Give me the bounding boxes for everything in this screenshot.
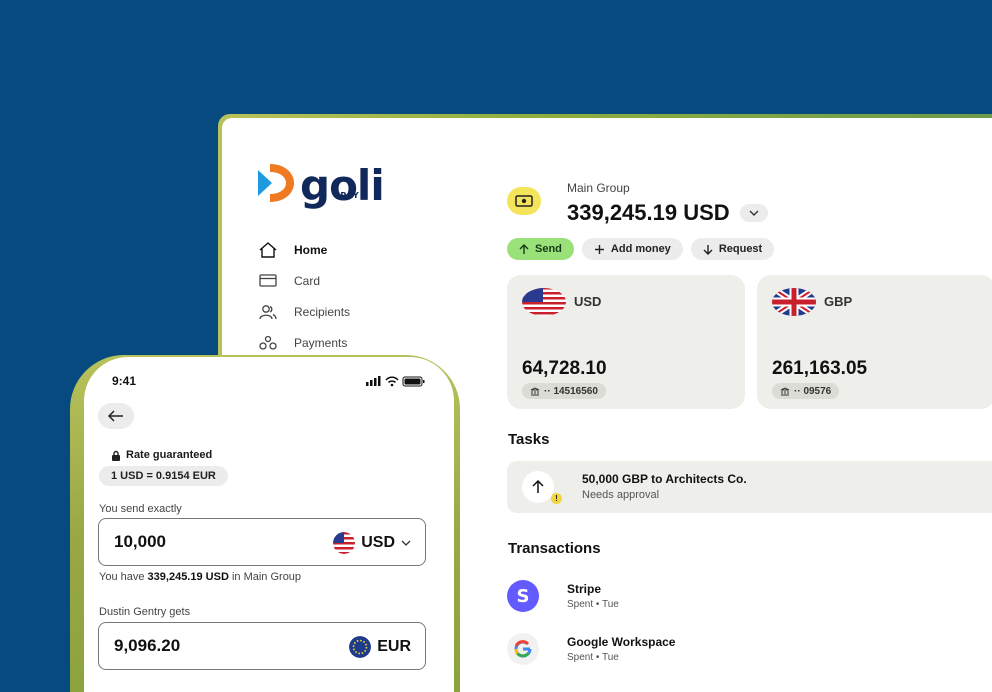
- plus-icon: [594, 244, 604, 254]
- send-amount-input[interactable]: [114, 532, 264, 552]
- brand-sub: PAY: [340, 191, 360, 200]
- arrow-up-icon: [519, 243, 529, 254]
- transaction-sub: Spent • Tue: [567, 599, 619, 610]
- add-money-button[interactable]: Add money: [581, 238, 683, 260]
- home-icon: [258, 240, 278, 260]
- recipient-gets-label: Dustin Gentry gets: [99, 606, 191, 618]
- account-number-badge: ·· 09576: [772, 383, 840, 399]
- back-button[interactable]: [98, 403, 134, 429]
- send-currency-select[interactable]: USD: [333, 532, 411, 554]
- bank-icon: [530, 386, 540, 395]
- goli-logo-icon: [258, 164, 294, 202]
- receive-amount-field[interactable]: EUR: [98, 622, 426, 670]
- have-amount: 339,245.19 USD: [147, 571, 229, 583]
- lock-icon: [112, 450, 120, 461]
- send-amount-field[interactable]: USD: [98, 518, 426, 566]
- sidebar-item-recipients[interactable]: Recipients: [258, 296, 350, 327]
- account-number: ·· 09576: [794, 385, 832, 397]
- sidebar-item-card[interactable]: Card: [258, 265, 350, 296]
- balance-actions: Send Add money Request: [507, 238, 775, 260]
- phone-screen: 9:41 Rate guaranteed 1 USD = 0.9154 EUR …: [84, 357, 454, 692]
- balance-group-label: Main Group: [567, 181, 630, 195]
- brand-logo[interactable]: goli PAY: [256, 160, 385, 207]
- transaction-row[interactable]: S Stripe Spent • Tue: [507, 580, 907, 614]
- bank-icon: [780, 386, 790, 395]
- balance-amount: 339,245.19 USD: [567, 200, 730, 225]
- transaction-name: Google Workspace: [567, 635, 676, 649]
- account-number: ·· 14516560: [544, 385, 598, 397]
- cash-icon: [507, 187, 541, 215]
- account-amount: 261,163.05: [772, 358, 868, 379]
- available-balance-note: You have 339,245.19 USD in Main Group: [99, 571, 301, 583]
- payments-icon: [258, 333, 278, 353]
- total-balance: 339,245.19 USD: [567, 200, 768, 226]
- us-flag-icon: [333, 532, 356, 554]
- stripe-logo-icon: S: [507, 580, 539, 612]
- sidebar-item-label: Recipients: [294, 304, 351, 319]
- sidebar-item-label: Home: [294, 242, 328, 257]
- transactions-heading: Transactions: [508, 540, 601, 557]
- sidebar-item-home[interactable]: Home: [258, 234, 350, 265]
- rate-guaranteed: Rate guaranteed: [111, 449, 212, 461]
- sidebar-item-label: Payments: [294, 335, 348, 350]
- send-label: You send exactly: [99, 503, 182, 515]
- card-icon: [258, 271, 278, 291]
- sidebar-nav: Home Card Recipients Payments: [258, 234, 350, 358]
- have-suffix: in Main Group: [231, 571, 302, 583]
- send-button-label: Send: [535, 243, 562, 255]
- transaction-row[interactable]: Google Workspace Spent • Tue: [507, 633, 907, 667]
- account-card-usd[interactable]: USD 64,728.10 ·· 14516560: [507, 275, 745, 409]
- task-title: 50,000 GBP to Architects Co.: [582, 472, 747, 486]
- transaction-name: Stripe: [567, 582, 602, 596]
- add-money-button-label: Add money: [610, 243, 671, 255]
- chevron-down-icon[interactable]: [739, 204, 768, 222]
- exchange-rate-chip: 1 USD = 0.9154 EUR: [99, 466, 228, 486]
- tasks-heading: Tasks: [508, 431, 550, 448]
- send-currency-code: USD: [361, 534, 395, 551]
- receive-currency-select[interactable]: EUR: [349, 636, 411, 658]
- rate-label-text: Rate guaranteed: [126, 449, 213, 461]
- us-flag-icon: [522, 288, 566, 316]
- recipients-icon: [258, 302, 278, 322]
- uk-flag-icon: [772, 288, 816, 316]
- warning-icon: !: [551, 493, 562, 504]
- have-prefix: You have: [99, 571, 145, 583]
- brand-name: goli PAY: [300, 165, 385, 207]
- sidebar-item-payments[interactable]: Payments: [258, 327, 350, 358]
- request-button[interactable]: Request: [690, 238, 775, 260]
- arrow-down-icon: [703, 244, 713, 255]
- arrow-up-icon: [522, 471, 554, 503]
- account-amount: 64,728.10: [522, 358, 607, 379]
- account-currency: GBP: [824, 294, 853, 309]
- account-currency: USD: [574, 294, 602, 309]
- request-button-label: Request: [718, 243, 763, 255]
- arrow-left-icon: [108, 410, 123, 422]
- status-bar-icons: [366, 376, 425, 387]
- receive-currency-code: EUR: [377, 638, 411, 655]
- transaction-sub: Spent • Tue: [567, 652, 619, 663]
- account-card-gbp[interactable]: GBP 261,163.05 ·· 09576: [757, 275, 992, 409]
- send-button[interactable]: Send: [507, 238, 574, 260]
- sidebar-item-label: Card: [294, 273, 321, 288]
- task-status: Needs approval: [582, 489, 660, 501]
- account-number-badge: ·· 14516560: [522, 383, 606, 399]
- google-logo-icon: [507, 633, 539, 665]
- eu-flag-icon: [349, 636, 372, 658]
- chevron-down-icon: [401, 540, 411, 546]
- status-time: 9:41: [112, 374, 137, 388]
- receive-amount-input[interactable]: [114, 636, 264, 656]
- task-item[interactable]: ! 50,000 GBP to Architects Co. Needs app…: [507, 461, 992, 513]
